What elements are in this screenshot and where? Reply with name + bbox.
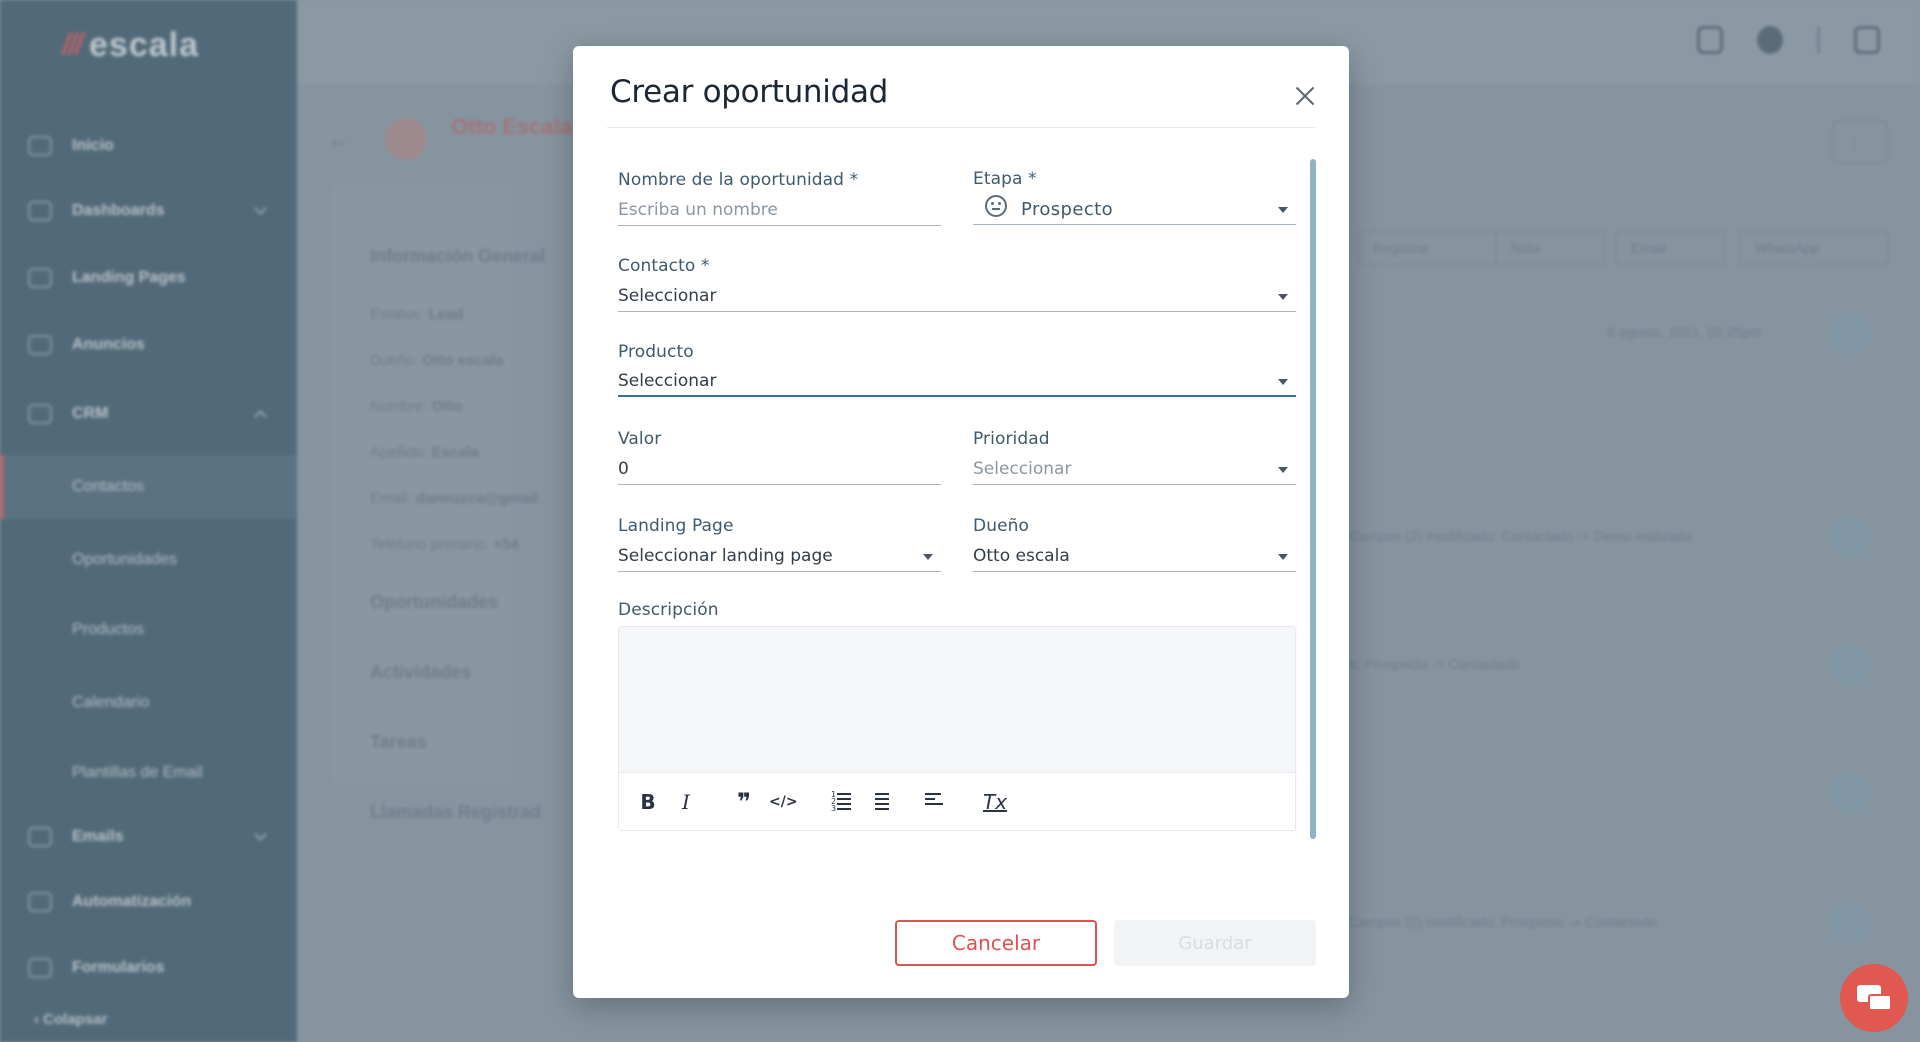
ordered-list-icon[interactable]: 123 xyxy=(831,790,851,814)
caret-down-icon xyxy=(1278,554,1288,560)
landing-page-field: Landing Page Seleccionar landing page xyxy=(618,516,941,576)
owner-field: Dueño Otto escala xyxy=(973,516,1296,576)
create-opportunity-modal: Crear oportunidad Nombre de la oportunid… xyxy=(573,46,1349,998)
modal-title: Crear oportunidad xyxy=(610,74,889,110)
contact-select[interactable]: Seleccionar xyxy=(618,282,1296,312)
close-icon[interactable] xyxy=(1291,82,1319,110)
contact-field: Contacto * Seleccionar xyxy=(618,256,1296,316)
chat-widget-button[interactable] xyxy=(1840,964,1908,1032)
clear-format-icon[interactable]: Tx xyxy=(983,790,1007,814)
field-label: Valor xyxy=(618,429,662,449)
caret-down-icon xyxy=(1278,294,1288,300)
caret-down-icon xyxy=(1278,467,1288,473)
italic-icon[interactable]: I xyxy=(677,790,695,814)
description-editor: B I ❞ </> 123 Tx xyxy=(618,626,1296,831)
field-label: Contacto * xyxy=(618,256,710,276)
field-label: Etapa * xyxy=(973,169,1037,189)
field-label: Prioridad xyxy=(973,429,1050,449)
priority-field: Prioridad Seleccionar xyxy=(973,429,1296,489)
field-label: Dueño xyxy=(973,516,1029,536)
opportunity-name-field: Nombre de la oportunidad * Escriba un no… xyxy=(618,170,941,230)
description-textarea[interactable] xyxy=(619,627,1295,772)
select-value: Otto escala xyxy=(973,546,1070,566)
bullet-list-icon[interactable] xyxy=(869,790,889,814)
divider xyxy=(607,127,1315,128)
caret-down-icon xyxy=(923,554,933,560)
field-label: Producto xyxy=(618,342,694,362)
save-button[interactable]: Guardar xyxy=(1114,920,1316,966)
bold-icon[interactable]: B xyxy=(639,790,657,814)
product-select[interactable]: Seleccionar xyxy=(618,367,1296,397)
code-icon[interactable]: </> xyxy=(769,790,798,814)
list-numbers: 123 xyxy=(831,790,837,813)
stage-select[interactable]: Prospecto xyxy=(973,195,1296,225)
select-value: Seleccionar xyxy=(973,459,1072,479)
align-left-icon[interactable] xyxy=(925,790,943,814)
caret-down-icon xyxy=(1278,207,1288,213)
chat-bubble-icon xyxy=(1868,994,1892,1011)
value-field: Valor 0 xyxy=(618,429,941,489)
owner-select[interactable]: Otto escala xyxy=(973,542,1296,572)
select-value: Seleccionar xyxy=(618,371,717,391)
description-label-wrap: Descripción xyxy=(618,600,918,624)
value-input[interactable]: 0 xyxy=(618,455,941,485)
opportunity-name-input[interactable]: Escriba un nombre xyxy=(618,196,941,226)
landing-page-select[interactable]: Seleccionar landing page xyxy=(618,542,941,572)
stage-field: Etapa * Prospecto xyxy=(973,169,1296,229)
modal-scrollbar[interactable] xyxy=(1310,159,1316,839)
quote-icon[interactable]: ❞ xyxy=(733,790,755,814)
select-value: Seleccionar landing page xyxy=(618,546,833,566)
caret-down-icon xyxy=(1278,379,1288,385)
select-value: Seleccionar xyxy=(618,286,717,306)
priority-select[interactable]: Seleccionar xyxy=(973,455,1296,485)
neutral-face-icon xyxy=(985,195,1007,217)
field-label: Nombre de la oportunidad * xyxy=(618,170,859,190)
product-field: Producto Seleccionar xyxy=(618,342,1296,402)
editor-toolbar: B I ❞ </> 123 Tx xyxy=(619,772,1295,830)
field-label: Landing Page xyxy=(618,516,734,536)
field-label: Descripción xyxy=(618,600,719,620)
cancel-button[interactable]: Cancelar xyxy=(895,920,1097,966)
stage-value: Prospecto xyxy=(1021,199,1114,220)
